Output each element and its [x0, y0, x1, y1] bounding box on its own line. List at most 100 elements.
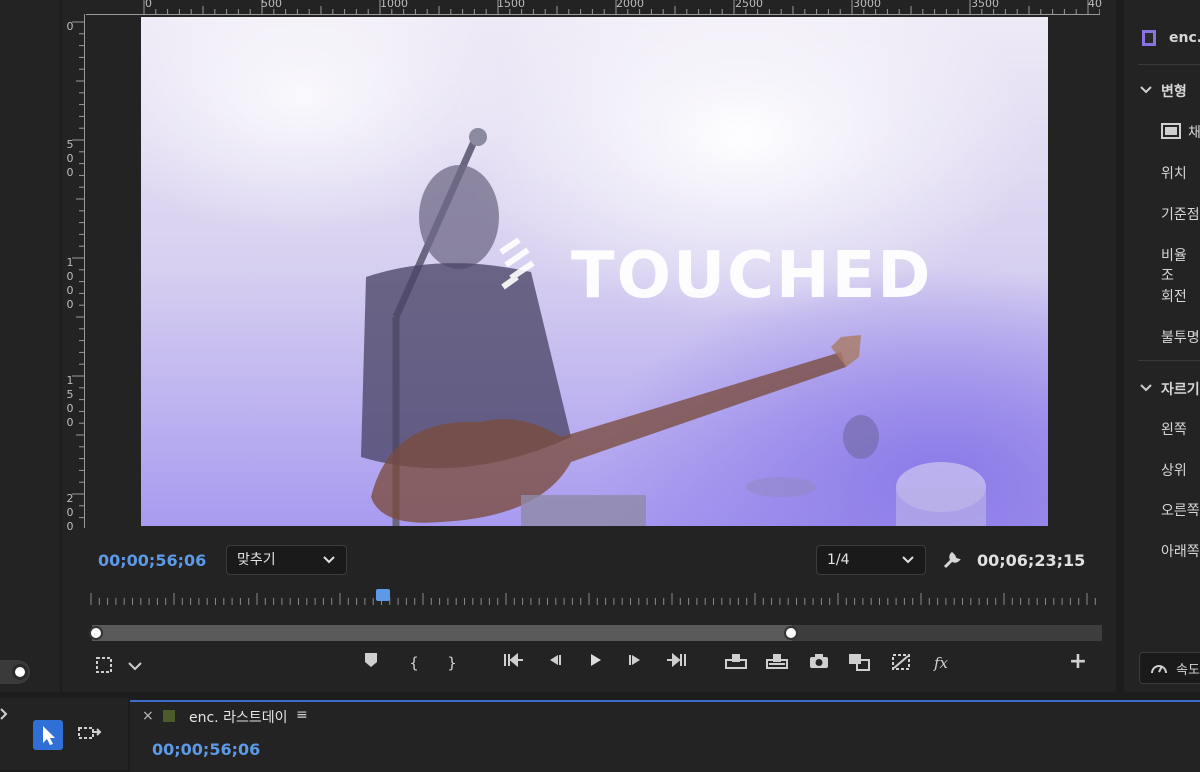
- cursor-arrow-icon: [43, 726, 55, 745]
- playhead[interactable]: [375, 589, 390, 601]
- transform-item-anchor: 기준점: [1161, 207, 1200, 223]
- chevron-down-icon: [322, 546, 336, 584]
- transform-item-rotation: 회전: [1161, 289, 1187, 305]
- zoom-scroll-range[interactable]: [92, 625, 792, 641]
- step-back-button[interactable]: [543, 652, 567, 674]
- ruler-left-label: 500: [66, 138, 74, 179]
- ruler-left-label: 1000: [66, 256, 74, 311]
- speed-label: 속도: [1176, 663, 1200, 678]
- step-back-icon: [550, 655, 561, 665]
- resolution-dropdown-value: 1/4: [827, 552, 850, 568]
- video-logo-text: TOUCHED: [571, 239, 933, 313]
- play-icon: [591, 654, 601, 666]
- export-frame-button[interactable]: [807, 652, 831, 674]
- go-to-out-icon: [667, 652, 686, 668]
- ruler-top-label: 3500: [971, 0, 999, 10]
- ruler-left: 0 500 1000 1500 200: [62, 14, 85, 533]
- ruler-left-label: 200: [66, 492, 74, 533]
- ruler-top-label: 500: [261, 0, 282, 10]
- video-preview[interactable]: TOUCHED: [141, 17, 1048, 526]
- zoom-handle-right[interactable]: [784, 626, 798, 640]
- left-panel: [0, 0, 60, 692]
- toggle-knob: [12, 664, 28, 680]
- go-to-in-icon: [504, 652, 523, 668]
- go-to-out-button[interactable]: [664, 652, 688, 674]
- track-select-tool[interactable]: [76, 724, 104, 748]
- sequence-tab-name[interactable]: enc. 라스트데이: [189, 707, 287, 727]
- camera-icon: [810, 654, 828, 668]
- close-tab-button[interactable]: ×: [142, 708, 154, 724]
- clip-name: enc.: [1169, 30, 1200, 46]
- ruler-top-label: 1500: [497, 0, 525, 10]
- marker-icon: [365, 653, 377, 667]
- fx-button[interactable]: fx: [929, 652, 953, 674]
- transform-item: 채: [1188, 125, 1200, 141]
- crop-item-right: 오른쪽: [1161, 503, 1200, 519]
- extract-icon: [766, 654, 788, 669]
- section-transform[interactable]: 변형: [1161, 81, 1187, 101]
- go-to-in-button[interactable]: [502, 652, 526, 674]
- proxy-toggle-button[interactable]: [889, 652, 913, 674]
- crop-item-bottom: 아래쪽: [1161, 544, 1200, 560]
- wrench-icon[interactable]: [942, 550, 962, 570]
- timeline-timecode[interactable]: 00;00;56;06: [152, 740, 260, 759]
- ruler-top-label: 1000: [380, 0, 408, 10]
- lift-button[interactable]: [724, 652, 748, 674]
- lift-icon: [725, 654, 747, 669]
- ruler-left-label: 0: [66, 20, 74, 33]
- timeline-panel: × enc. 라스트데이 ≡ 00;00;56;06: [130, 700, 1200, 772]
- speed-button[interactable]: 속도: [1139, 652, 1200, 684]
- settings-chevron-icon[interactable]: [126, 655, 144, 675]
- transform-item-opacity: 불투명: [1161, 330, 1200, 346]
- crop-item-left: 왼쪽: [1161, 422, 1187, 438]
- tools-panel: [0, 698, 128, 770]
- effect-controls-panel: enc. 변형 채 위치 기준점 비율 조 회전 불투명 자르기 왼쪽 상위 오…: [1124, 0, 1200, 692]
- comparison-view-icon: [849, 654, 870, 671]
- ruler-top-label: 40: [1088, 0, 1102, 10]
- track-select-icon: [78, 727, 102, 739]
- proxy-icon: [892, 654, 910, 670]
- step-forward-icon: [629, 655, 640, 665]
- current-timecode[interactable]: 00;00;56;06: [98, 551, 206, 570]
- expand-arrow-icon[interactable]: [0, 706, 8, 720]
- mark-out-button[interactable]: }: [440, 652, 464, 674]
- zoom-dropdown-value: 맞추기: [237, 552, 276, 568]
- section-crop[interactable]: 자르기: [1161, 379, 1200, 399]
- play-button[interactable]: [583, 652, 607, 674]
- step-forward-button[interactable]: [623, 652, 647, 674]
- resolution-dropdown[interactable]: 1/4: [816, 545, 926, 575]
- film-icon: [1141, 29, 1157, 47]
- panel-menu-button[interactable]: ≡: [296, 707, 308, 723]
- transform-item-position: 위치: [1161, 166, 1187, 182]
- mark-in-button[interactable]: {: [402, 652, 426, 674]
- layer-icon: [1161, 123, 1181, 139]
- ruler-top-ticks: [143, 0, 1100, 14]
- ruler-top: 0 500 1000 1500 2000 2500 3000 3500 40: [86, 0, 1102, 15]
- sequence-color-swatch: [163, 710, 175, 722]
- comparison-view-button[interactable]: [847, 652, 871, 674]
- duration-timecode: 00;06;23;15: [977, 551, 1086, 570]
- ruler-top-label: 0: [145, 0, 152, 10]
- add-marker-button[interactable]: [359, 652, 383, 674]
- chevron-down-icon: [901, 546, 915, 584]
- selection-tool[interactable]: [33, 720, 63, 750]
- divider: [1138, 64, 1200, 65]
- chevron-down-icon[interactable]: [1139, 380, 1153, 394]
- extract-button[interactable]: [765, 652, 789, 674]
- ruler-left-label: 1500: [66, 374, 74, 429]
- ruler-top-label: 3000: [853, 0, 881, 10]
- zoom-scroll-bar[interactable]: [89, 625, 1102, 641]
- zoom-dropdown[interactable]: 맞추기: [226, 545, 347, 575]
- time-ruler[interactable]: [90, 589, 1100, 606]
- ruler-top-label: 2000: [616, 0, 644, 10]
- transform-item-scale: 비율 조: [1161, 248, 1187, 284]
- left-panel-toggle[interactable]: [0, 660, 30, 684]
- safe-margins-icon[interactable]: [94, 655, 114, 675]
- chevron-down-icon[interactable]: [1139, 82, 1153, 96]
- add-button[interactable]: +: [1066, 651, 1090, 673]
- speedometer-icon: [1151, 665, 1167, 674]
- crop-item-top: 상위: [1161, 463, 1187, 479]
- ruler-top-label: 2500: [735, 0, 763, 10]
- zoom-handle-left[interactable]: [89, 626, 103, 640]
- time-ruler-ticks: [90, 593, 1096, 605]
